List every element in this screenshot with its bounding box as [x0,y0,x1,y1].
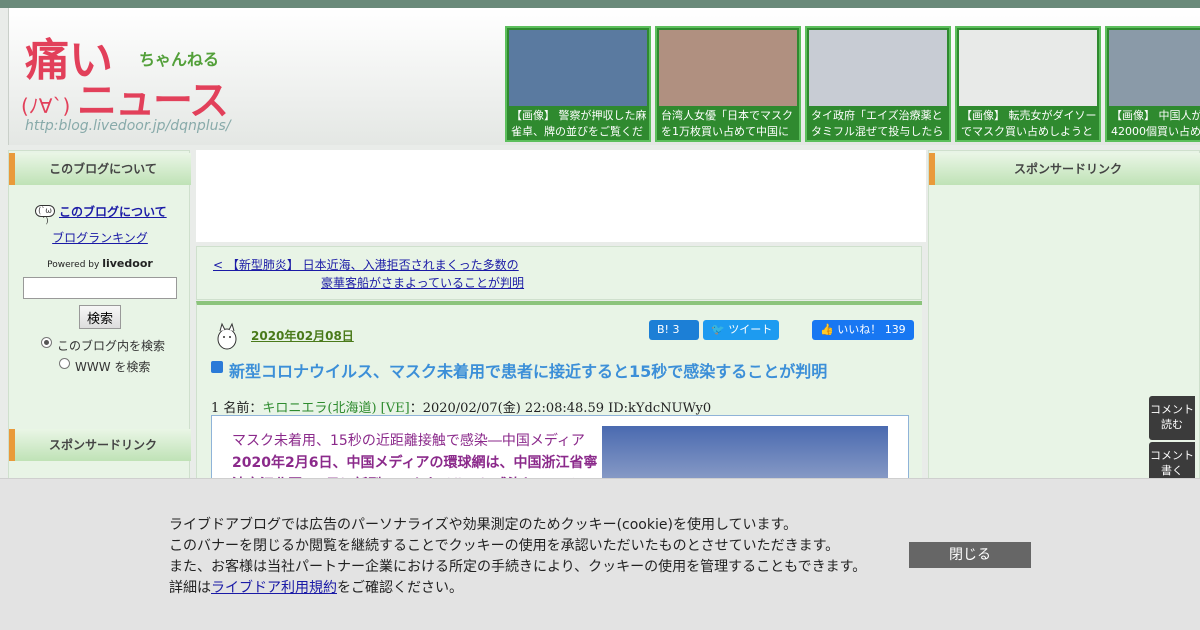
thumb-caption: 【画像】 中国人が佐スク42000個買い占め [1111,109,1200,138]
site-logo[interactable]: 痛い ちゃんねる (ﾉ∀`) ニュース http:blog.livedoor.j… [19,22,239,142]
thumb-card[interactable]: 【画像】 警察が押収した麻雀卓、牌の並びをご覧くだ [505,26,651,142]
quote-line2: 2020年2月6日、中国メディアの環球網は、中国浙江省寧 [232,455,598,471]
facebook-like-button[interactable]: 👍 いいね！ 139 [812,320,914,340]
top-strip [0,0,1200,8]
prev-article-link-line2[interactable]: 豪華客船がさまよっていることが判明 [321,274,524,291]
left-sidebar: このブログについて (`ω´) このブログについて ブログランキング Power… [8,150,191,480]
ad-area [196,150,926,242]
radio-www[interactable] [59,358,70,369]
article-date[interactable]: 2020年02月08日 [251,327,354,344]
radio-blog[interactable] [41,337,52,348]
cookie-close-button[interactable]: 閉じる [909,542,1031,568]
logo-url: http:blog.livedoor.jp/dqnplus/ [25,118,231,134]
meta-prefix: 1 名前： [211,401,263,416]
meta-suffix: ：2020/02/07(金) 22:08:48.59 ID:kYdcNUWy0 [409,401,712,416]
radio-blog-label: このブログ内を検索 [57,339,166,353]
cookie-line4-prefix: 詳細は [169,580,211,596]
article: 2020年02月08日 B! 3 🐦 ツイート 👍 いいね！ 139 新型コロナ… [196,301,922,501]
search-button[interactable]: 検索 [79,305,121,329]
logo-face: (ﾉ∀`) [21,94,71,118]
sidebar-heading-sponsor-right: スポンサードリンク [929,153,1200,185]
cookie-banner: ライブドアブログでは広告のパーソナライズや効果測定のためクッキー(cookie)… [0,478,1200,630]
thumb-caption: 台湾人女優「日本でマスクを1万枚買い占めて中国に [661,109,793,138]
thumb-card[interactable]: 台湾人女優「日本でマスクを1万枚買い占めて中国に [655,26,801,142]
ranking-link[interactable]: ブログランキング [9,229,191,246]
prev-article-nav: < 【新型肺炎】 日本近海、入港拒否されまくった多数の 豪華客船がさまよっている… [196,246,922,300]
powered-prefix: Powered by [47,260,100,270]
cookie-line4-suffix: をご確認ください。 [337,580,463,596]
thumb-card[interactable]: 【画像】 転売女がダイソーでマスク買い占めしようと [955,26,1101,142]
thumb-caption: 【画像】 転売女がダイソーでマスク買い占めしようと [961,109,1097,138]
comment-read-button[interactable]: コメント 読む [1149,396,1195,440]
radio-www-label: WWW を検索 [75,360,151,374]
about-link[interactable]: このブログについて [59,203,167,220]
cookie-text-line1: ライブドアブログでは広告のパーソナライズや効果測定のためクッキー(cookie)… [169,517,798,533]
tweet-button[interactable]: 🐦 ツイート [703,320,779,340]
title-arrow-icon [211,361,223,373]
thumb-card[interactable]: タイ政府「エイズ治療薬とタミフル混ぜて投与したら [805,26,951,142]
search-input[interactable] [23,277,177,299]
sidebar-heading-sponsor: スポンサードリンク [9,429,191,461]
cookie-text-line3: また、お客様は当社パートナー企業における所定の手続きにより、クッキーの使用を管理… [169,559,867,575]
category-mascot-icon [217,322,237,350]
thumbnail-strip: 【画像】 警察が押収した麻雀卓、牌の並びをご覧くだ 台湾人女優「日本でマスクを1… [505,26,1200,142]
livedoor-logo[interactable]: livedoor [102,257,153,270]
logo-chan: ちゃんねる [139,50,220,69]
thumb-card[interactable]: 【画像】 中国人が佐スク42000個買い占め [1105,26,1200,142]
thumb-image [659,30,797,106]
hatena-bookmark-button[interactable]: B! 3 [649,320,699,340]
quote-line1: マスク未着用、15秒の近距離接触で感染―中国メディア [232,433,585,449]
post-meta: 1 名前：キロニエラ(北海道) [VE]：2020/02/07(金) 22:08… [211,397,711,416]
about-face-icon: (`ω´) [35,205,55,225]
cookie-text-line4: 詳細はライブドア利用規約をご確認ください。 [169,577,463,597]
thumb-image [509,30,647,106]
sidebar-heading-about: このブログについて [9,153,191,185]
powered-by: Powered by livedoor [9,257,191,270]
article-title[interactable]: 新型コロナウイルス、マスク未着用で患者に接近すると15秒で感染することが判明 [229,358,827,382]
thumb-image [1109,30,1200,106]
meta-name: キロニエラ(北海道) [VE] [262,401,410,416]
site-header: 痛い ちゃんねる (ﾉ∀`) ニュース http:blog.livedoor.j… [8,8,1200,145]
prev-article-link-line1[interactable]: < 【新型肺炎】 日本近海、入港拒否されまくった多数の [213,256,519,273]
cookie-text-line2: このバナーを閉じるか閲覧を継続することでクッキーの使用を承認いただいたものとさせ… [169,538,840,554]
thumb-caption: 【画像】 警察が押収した麻雀卓、牌の並びをご覧くだ [511,109,647,138]
thumb-image [809,30,947,106]
thumb-image [959,30,1097,106]
terms-link[interactable]: ライブドア利用規約 [211,580,337,596]
thumb-caption: タイ政府「エイズ治療薬とタミフル混ぜて投与したら [811,109,944,138]
